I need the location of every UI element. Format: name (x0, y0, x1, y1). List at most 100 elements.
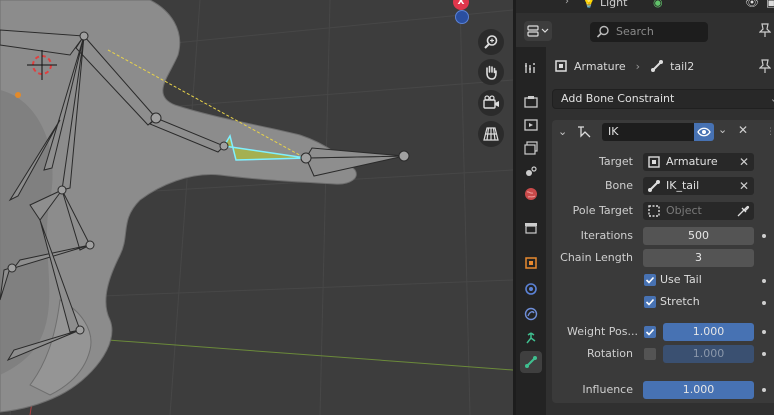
tab-object-constraints[interactable] (520, 303, 542, 325)
breadcrumb-bone: tail2 (670, 59, 695, 73)
pin-icon[interactable] (759, 23, 771, 37)
eyedropper-icon[interactable] (736, 204, 750, 218)
add-bone-constraint-button[interactable]: Add Bone Constraint ⌄ (552, 89, 774, 109)
bone-icon (525, 356, 537, 368)
bone-breadcrumb-icon (651, 60, 664, 72)
search-input[interactable]: Search (590, 22, 708, 42)
pole-target-field[interactable]: Object (643, 202, 754, 220)
tab-output[interactable] (520, 114, 542, 136)
bone-field-icon (648, 180, 660, 192)
constraint-menu-chevron-icon[interactable]: ⌄ (718, 123, 727, 136)
ortho-toggle-button[interactable] (478, 121, 504, 147)
hand-icon (486, 65, 497, 80)
use-tail-keyframe-icon[interactable] (762, 279, 766, 283)
influence-slider[interactable]: 1.000 (643, 381, 754, 399)
stretch-keyframe-icon[interactable] (762, 301, 766, 305)
tab-bone-constraints[interactable] (520, 351, 542, 373)
visibility-eye-icon[interactable]: 👁 (745, 0, 759, 9)
camera-view-button[interactable] (478, 90, 504, 116)
collapse-chevron-icon[interactable]: ⌄ (558, 125, 567, 138)
tab-view-layer[interactable] (520, 137, 542, 159)
chain-length-field[interactable]: 3 (643, 249, 754, 267)
clear-target-icon[interactable]: ✕ (739, 153, 749, 171)
pole-object-icon (648, 205, 660, 217)
scene-icon (526, 166, 537, 176)
context-pin-icon[interactable] (759, 59, 771, 73)
target-field[interactable]: Armature ✕ (643, 153, 754, 171)
zoom-button[interactable] (478, 29, 504, 55)
search-placeholder: Search (616, 25, 654, 38)
editor-type-icon (527, 25, 549, 37)
search-icon (596, 25, 609, 38)
checkmark-icon (645, 276, 655, 284)
constraint-name-field[interactable]: IK (602, 123, 694, 141)
camera-icon (483, 95, 499, 109)
output-icon (524, 119, 538, 131)
viewport-scene[interactable] (0, 0, 513, 415)
stretch-label[interactable]: Stretch (660, 295, 700, 309)
render-camera-icon[interactable]: ▣ (766, 0, 774, 9)
tab-collection[interactable] (520, 217, 542, 239)
weight-position-keyframe-icon[interactable] (762, 330, 766, 334)
weight-position-checkbox[interactable] (644, 326, 656, 338)
influence-keyframe-icon[interactable] (762, 388, 766, 392)
tab-scene[interactable] (520, 160, 542, 182)
constraint-header: ⌄ IK ⌄ ✕ ⋮⋮ (552, 120, 774, 144)
breadcrumb-object: Armature (574, 59, 626, 73)
bone-value: IK_tail (666, 179, 700, 192)
pan-button[interactable] (478, 59, 504, 85)
physics-icon (525, 283, 537, 295)
outliner-strip[interactable]: › 💡 Light ◉ 👁 ▣ (516, 0, 774, 13)
object-origin-icon (15, 92, 21, 98)
bone-label: Bone (604, 179, 633, 192)
stretch-checkbox[interactable] (644, 296, 656, 308)
render-icon (524, 96, 538, 108)
gizmo-z-axis[interactable] (455, 10, 469, 24)
zoom-icon (484, 35, 498, 49)
target-label: Target (598, 155, 633, 168)
tab-render[interactable] (520, 91, 542, 113)
breadcrumb: Armature › tail2 (554, 57, 694, 75)
collection-icon (525, 223, 537, 234)
tool-icon (525, 63, 535, 73)
chevron-right-icon[interactable]: › (565, 0, 569, 7)
ik-constraint-panel: ⌄ IK ⌄ ✕ ⋮⋮ Target Armature ✕ Bone IK_ta… (552, 120, 774, 403)
object-field-icon (648, 156, 660, 168)
delete-constraint-icon[interactable]: ✕ (738, 123, 748, 137)
object-icon (525, 257, 537, 269)
grid-perspective-icon (483, 127, 499, 141)
tab-object[interactable] (520, 252, 542, 274)
pole-target-placeholder: Object (666, 204, 702, 217)
clear-bone-icon[interactable]: ✕ (739, 177, 749, 195)
checkmark-icon (645, 328, 655, 336)
iterations-keyframe-icon[interactable] (762, 234, 766, 238)
add-bone-constraint-label: Add Bone Constraint (561, 92, 675, 105)
use-tail-checkbox[interactable] (644, 274, 656, 286)
weight-position-slider[interactable]: 1.000 (663, 323, 754, 341)
iterations-field[interactable]: 500 (643, 227, 754, 245)
chain-length-label: Chain Length (560, 251, 633, 264)
use-tail-label[interactable]: Use Tail (660, 273, 702, 287)
world-icon (525, 188, 537, 200)
armature-data-icon (526, 332, 536, 344)
tab-world[interactable] (520, 183, 542, 205)
pole-target-label: Pole Target (572, 204, 633, 217)
outliner-light-label[interactable]: Light (600, 0, 627, 9)
rotation-keyframe-icon[interactable] (762, 352, 766, 356)
tab-modifiers[interactable] (520, 278, 542, 300)
view-layer-icon (524, 141, 538, 155)
tab-object-data[interactable] (520, 327, 542, 349)
properties-tabs (516, 47, 546, 415)
tab-tool[interactable] (520, 57, 542, 79)
constraint-visibility-toggle[interactable] (694, 123, 714, 141)
iterations-label: Iterations (580, 229, 633, 242)
rotation-slider[interactable]: 1.000 (663, 345, 754, 363)
rotation-checkbox[interactable] (644, 348, 656, 360)
ik-constraint-icon (578, 126, 591, 138)
bone-field[interactable]: IK_tail ✕ (643, 177, 754, 195)
breadcrumb-chevron-icon: › (635, 59, 641, 73)
weight-position-label: Weight Pos... (566, 325, 638, 338)
rotation-label: Rotation (586, 347, 633, 360)
3d-viewport[interactable]: X (0, 0, 513, 415)
editor-type-button[interactable] (524, 21, 552, 41)
